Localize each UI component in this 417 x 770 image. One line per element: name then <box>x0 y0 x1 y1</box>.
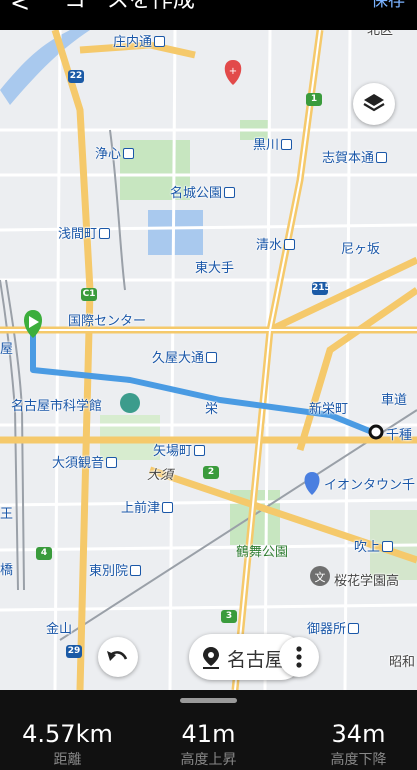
label-meijo-koen[interactable]: 名城公園 <box>170 187 236 201</box>
label-fukiage[interactable]: 吹上 <box>354 541 394 555</box>
route-shield-2: 2 <box>203 466 219 479</box>
route-shield-215: 215 <box>312 282 331 295</box>
label-hisaya-odori[interactable]: 久屋大通 <box>152 352 218 366</box>
route-end-marker <box>368 424 384 440</box>
undo-button[interactable] <box>98 637 138 677</box>
svg-text:文: 文 <box>315 570 326 584</box>
label-shigahondori[interactable]: 志賀本通 <box>322 152 388 166</box>
layers-icon <box>363 94 385 112</box>
distance-label: 距離 <box>53 752 82 768</box>
undo-icon <box>107 651 128 661</box>
label-kurokawa[interactable]: 黒川 <box>253 139 293 153</box>
label-jyoshin[interactable]: 浄心 <box>95 148 135 162</box>
elevation-loss-label: 高度下降 <box>330 752 387 768</box>
label-tsurumai-koen[interactable]: 鶴舞公園 <box>236 546 288 560</box>
location-search-text: 名古屋 <box>227 649 285 671</box>
more-options-button[interactable] <box>279 637 319 677</box>
museum-marker <box>120 393 140 413</box>
label-sakae[interactable]: 栄 <box>205 403 218 417</box>
label-left-bashi[interactable]: 橋 <box>0 564 13 578</box>
page-title: コースを作成 <box>64 0 195 13</box>
svg-text:+: + <box>229 66 237 77</box>
label-gokisho[interactable]: 御器所 <box>307 623 360 637</box>
back-button[interactable]: < <box>10 0 30 15</box>
label-kokusai-center[interactable]: 国際センター <box>68 315 146 329</box>
label-science-museum[interactable]: 名古屋市科学館 <box>11 400 102 414</box>
map-view[interactable]: + 文 北区 庄内通 浄心 黒川 志賀本通 名城公園 浅間町 清水 尼ヶ坂 東大… <box>0 30 417 690</box>
course-stats-panel[interactable]: 4.57km 距離 41m 高度上昇 34m 高度下降 <box>0 690 417 770</box>
label-chikusa[interactable]: 千種 <box>386 429 412 443</box>
label-oukagakuen[interactable]: 桜花学園高 <box>334 575 399 589</box>
route-shield-1: 1 <box>306 93 322 106</box>
route-shield-3: 3 <box>221 610 237 623</box>
elevation-gain-label: 高度上昇 <box>180 752 237 768</box>
label-left-ou[interactable]: 王 <box>0 508 13 522</box>
label-nagoya-station[interactable]: 屋 <box>0 343 13 357</box>
moat-water <box>148 210 203 255</box>
elevation-gain-value: 41m <box>181 720 236 748</box>
save-button[interactable]: 保存 <box>371 0 405 11</box>
drag-handle[interactable] <box>180 698 237 703</box>
app-header: < コースを作成 保存 <box>0 0 417 30</box>
location-pin-icon <box>203 647 219 669</box>
elevation-loss-value: 34m <box>331 720 386 748</box>
label-shimizu[interactable]: 清水 <box>256 239 296 253</box>
label-sengen-cho[interactable]: 浅間町 <box>58 228 111 242</box>
label-kita-ku: 北区 <box>367 30 394 38</box>
label-osu-kannon[interactable]: 大須観音 <box>52 457 118 471</box>
label-showa: 昭和 <box>389 655 416 670</box>
route-shield-c1: C1 <box>81 288 97 301</box>
route-shield-4: 4 <box>36 547 52 560</box>
map-layers-button[interactable] <box>353 83 395 125</box>
label-yabacho[interactable]: 矢場町 <box>153 445 206 459</box>
label-higashi-betsuin[interactable]: 東別院 <box>89 565 142 579</box>
more-vert-icon <box>296 646 302 668</box>
route-shield-22: 22 <box>68 70 84 83</box>
label-amagasaka[interactable]: 尼ヶ坂 <box>341 243 380 257</box>
label-higashi-ote[interactable]: 東大手 <box>195 262 234 276</box>
label-shounai-dori[interactable]: 庄内通 <box>113 36 166 50</box>
distance-value: 4.57km <box>22 720 113 748</box>
label-kurumamichi[interactable]: 車道 <box>381 394 407 408</box>
label-osu: 大須 <box>147 468 174 483</box>
label-kanayama[interactable]: 金山 <box>46 623 72 637</box>
label-ion-town[interactable]: イオンタウン千 <box>324 479 415 493</box>
route-shield-29: 29 <box>66 645 82 658</box>
label-shinsakae[interactable]: 新栄町 <box>309 403 348 417</box>
label-kamimaezu[interactable]: 上前津 <box>121 502 174 516</box>
